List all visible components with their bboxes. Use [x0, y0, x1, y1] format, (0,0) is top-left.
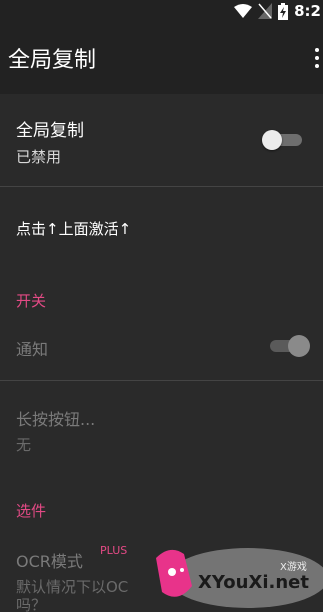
ocr-mode-title[interactable]: OCR模式: [16, 548, 83, 572]
divider: [0, 186, 323, 187]
battery-charging-icon: [278, 2, 289, 20]
switch-thumb: [288, 335, 310, 357]
long-press-value: 无: [16, 436, 32, 454]
notification-label[interactable]: 通知: [16, 336, 48, 360]
activate-hint[interactable]: 点击↑上面激活↑: [16, 218, 131, 239]
status-time: 8:2: [294, 2, 321, 20]
no-signal-icon: [258, 3, 273, 19]
svg-text:XYouXi.net: XYouXi.net: [198, 572, 309, 593]
status-icons: 8:2: [234, 0, 323, 22]
app-bar: 全局复制: [0, 22, 323, 94]
global-copy-switch[interactable]: [262, 128, 304, 150]
global-copy-toggle-row[interactable]: 全局复制 已禁用: [0, 94, 323, 186]
global-copy-status: 已禁用: [16, 148, 62, 166]
notification-switch[interactable]: [270, 334, 312, 358]
section-header-switches: 开关: [16, 292, 47, 310]
global-copy-title: 全局复制: [16, 121, 84, 141]
plus-badge: PLUS: [100, 544, 128, 557]
watermark-small-text: X游戏: [280, 562, 307, 573]
overflow-menu-icon[interactable]: [311, 48, 323, 68]
ocr-mode-description-2: 吗？: [16, 596, 47, 612]
long-press-title[interactable]: 长按按钮...: [16, 406, 95, 430]
section-header-options: 选件: [16, 502, 47, 520]
wifi-icon: [234, 4, 253, 18]
status-bar: 8:2: [0, 0, 323, 22]
divider: [0, 380, 323, 381]
switch-thumb: [262, 130, 282, 150]
app-title: 全局复制: [8, 48, 97, 73]
